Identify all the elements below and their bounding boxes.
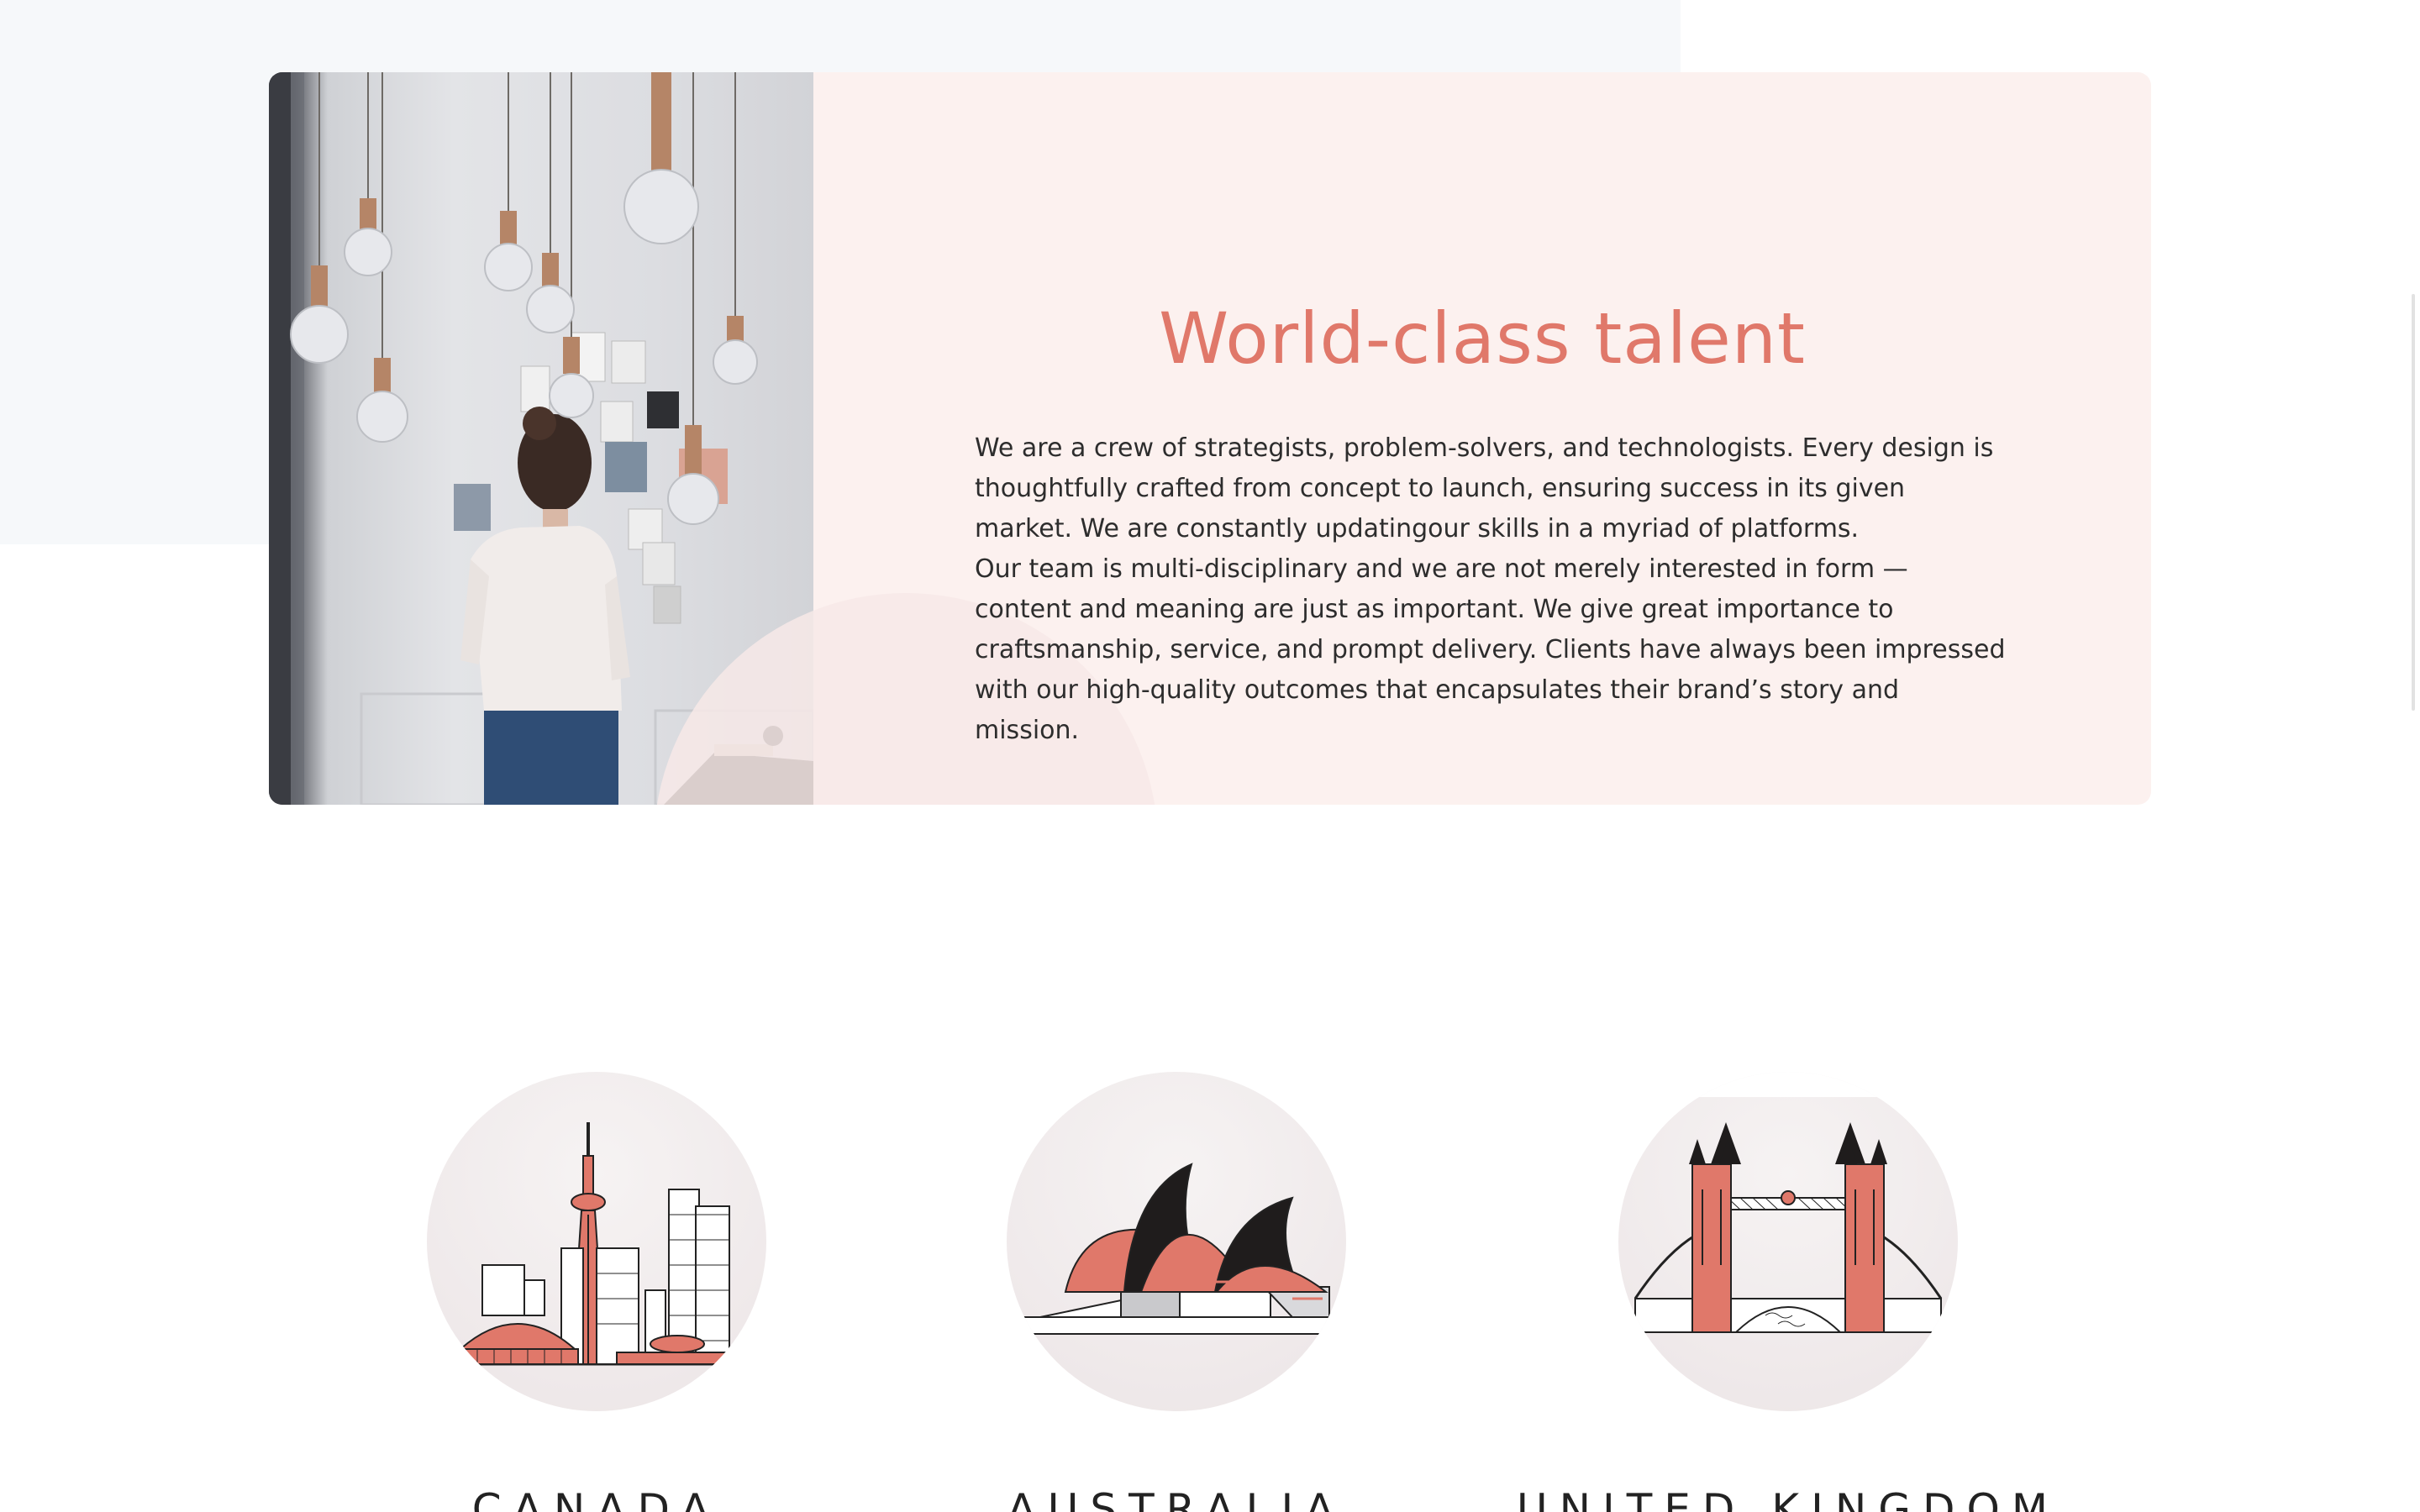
location-name: UNITED KINGDOM	[1517, 1485, 2060, 1512]
page: World-class talent We are a crew of stra…	[0, 0, 2420, 1512]
sydney-opera-house-icon	[1007, 1072, 1346, 1411]
location-name: CANADA	[471, 1485, 722, 1512]
feature-description: We are a crew of strategists, problem-so…	[975, 428, 2008, 751]
location-card-australia[interactable]: AUSTRALIA	[1007, 1072, 1346, 1512]
location-name: AUSTRALIA	[1007, 1485, 1346, 1512]
location-card-united-kingdom[interactable]: UNITED KINGDOM	[1517, 1072, 2048, 1512]
feature-title: World-class talent	[1159, 297, 1806, 380]
toronto-skyline-icon	[427, 1072, 766, 1411]
feature-content: World-class talent We are a crew of stra…	[654, 72, 2151, 805]
location-card-canada[interactable]: CANADA	[427, 1072, 766, 1512]
feature-paragraph-1: We are a crew of strategists, problem-so…	[975, 433, 1994, 543]
tower-bridge-icon	[1618, 1072, 1958, 1411]
feature-paragraph-2: Our team is multi-disciplinary and we ar…	[975, 554, 2006, 745]
scrollbar-thumb[interactable]	[2412, 294, 2415, 711]
talent-feature-card: World-class talent We are a crew of stra…	[269, 72, 2151, 805]
